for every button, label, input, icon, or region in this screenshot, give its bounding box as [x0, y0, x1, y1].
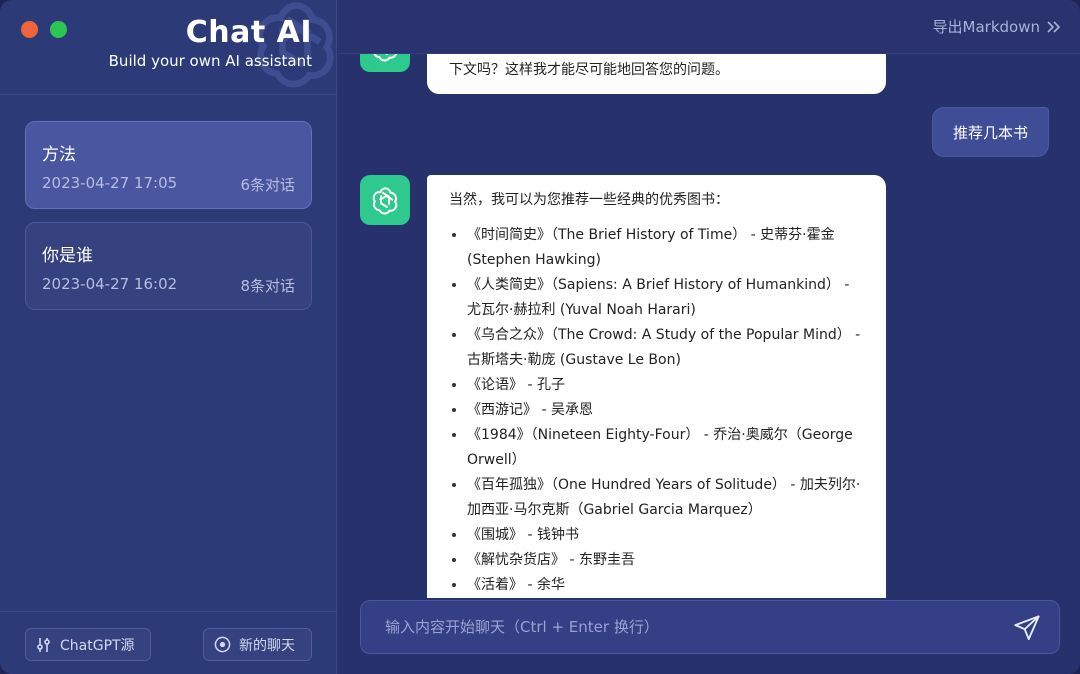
- plus-circle-icon: [214, 636, 231, 653]
- list-item: 《乌合之众》（The Crowd: A Study of the Popular…: [467, 323, 864, 373]
- list-item: 《人类简史》（Sapiens: A Brief History of Human…: [467, 273, 864, 323]
- chatgpt-source-button[interactable]: ChatGPT源: [25, 628, 151, 661]
- message-intro: 当然，我可以为您推荐一些经典的优秀图书：: [449, 192, 729, 208]
- top-bar: 导出Markdown: [338, 0, 1080, 54]
- session-count: 8条对话: [240, 277, 295, 295]
- assistant-avatar: [360, 175, 410, 225]
- session-item[interactable]: 你是谁 2023-04-27 16:02 8条对话: [25, 222, 312, 310]
- list-item: 《论语》 - 孔子: [467, 373, 864, 398]
- export-markdown-label: 导出Markdown: [932, 18, 1040, 36]
- list-item: 《围城》 - 钱钟书: [467, 523, 864, 548]
- assistant-message: 当然，我可以为您推荐一些经典的优秀图书： 《时间简史》（The Brief Hi…: [427, 175, 886, 598]
- close-window-button[interactable]: [21, 21, 38, 38]
- list-item: 《解忧杂货店》 - 东野圭吾: [467, 548, 864, 573]
- message-input[interactable]: [361, 601, 1001, 653]
- sidebar-footer: ChatGPT源 新的聊天: [0, 611, 337, 674]
- message-list[interactable]: 下文吗？这样我才能尽可能地回答您的问题。 推荐几本书 当然，我可以为您推荐一些经…: [338, 0, 1080, 598]
- app-subtitle: Build your own AI assistant: [108, 52, 312, 70]
- message-text: 推荐几本书: [952, 123, 1028, 142]
- maximize-window-button[interactable]: [50, 21, 67, 38]
- export-markdown-button[interactable]: 导出Markdown: [933, 16, 1062, 37]
- session-list: 方法 2023-04-27 17:05 6条对话 你是谁 2023-04-27 …: [25, 121, 312, 323]
- session-item[interactable]: 方法 2023-04-27 17:05 6条对话: [25, 121, 312, 209]
- book-list: 《时间简史》（The Brief History of Time） - 史蒂芬·…: [449, 223, 864, 598]
- app-window: Chat AI Build your own AI assistant 方法 2…: [0, 0, 1080, 674]
- message-text: 下文吗？这样我才能尽可能地回答您的问题。: [449, 62, 729, 78]
- list-item: 《活着》 - 余华: [467, 573, 864, 598]
- list-item: 《西游记》 - 吴承恩: [467, 398, 864, 423]
- openai-logo-icon: [372, 187, 398, 215]
- sidebar: Chat AI Build your own AI assistant 方法 2…: [0, 0, 337, 674]
- new-chat-label: 新的聊天: [239, 637, 295, 654]
- app-title: Chat AI: [185, 15, 312, 50]
- sliders-icon: [37, 637, 50, 652]
- session-title: 你是谁: [42, 246, 93, 266]
- double-chevron-right-icon: [1047, 20, 1061, 33]
- new-chat-button[interactable]: 新的聊天: [203, 628, 312, 661]
- send-icon[interactable]: [1013, 614, 1041, 642]
- session-time: 2023-04-27 17:05: [42, 174, 178, 192]
- chatgpt-source-label: ChatGPT源: [60, 637, 135, 654]
- list-item: 《百年孤独》（One Hundred Years of Solitude） - …: [467, 473, 864, 523]
- chat-main: 下文吗？这样我才能尽可能地回答您的问题。 推荐几本书 当然，我可以为您推荐一些经…: [338, 0, 1080, 674]
- session-count: 6条对话: [240, 176, 295, 194]
- sidebar-header: Chat AI Build your own AI assistant: [0, 0, 337, 95]
- user-message: 推荐几本书: [932, 107, 1049, 157]
- list-item: 《时间简史》（The Brief History of Time） - 史蒂芬·…: [467, 223, 864, 273]
- list-item: 《1984》（Nineteen Eighty-Four） - 乔治·奥威尔（Ge…: [467, 423, 864, 473]
- session-title: 方法: [42, 145, 76, 165]
- session-time: 2023-04-27 16:02: [42, 275, 178, 293]
- message-input-box: [360, 600, 1060, 654]
